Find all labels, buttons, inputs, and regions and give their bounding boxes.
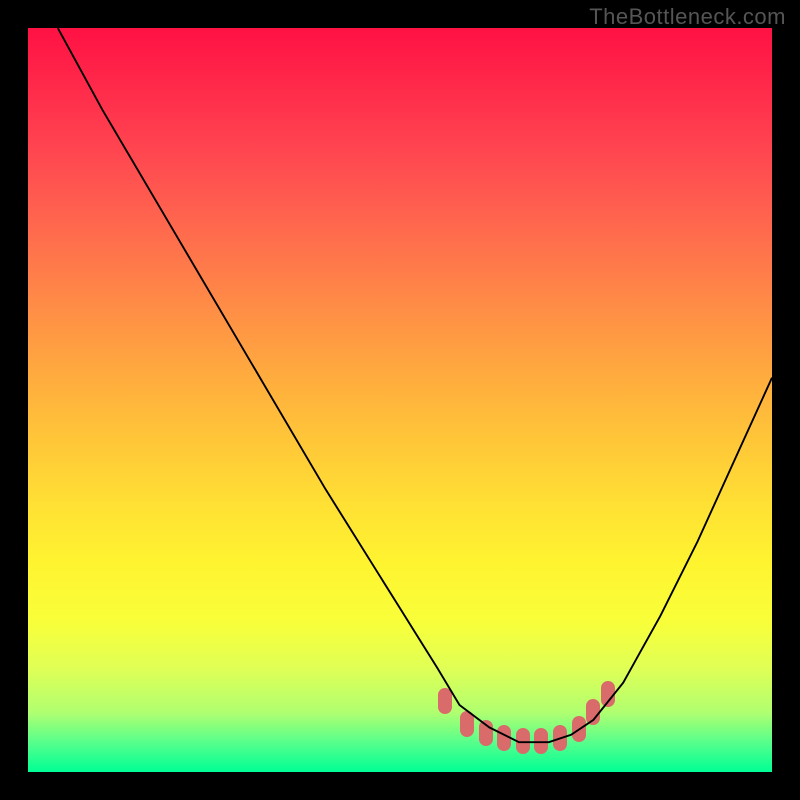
- curve-path: [58, 28, 772, 742]
- plot-frame: [28, 28, 772, 772]
- watermark-text: TheBottleneck.com: [589, 4, 786, 30]
- curve-svg: [28, 28, 772, 772]
